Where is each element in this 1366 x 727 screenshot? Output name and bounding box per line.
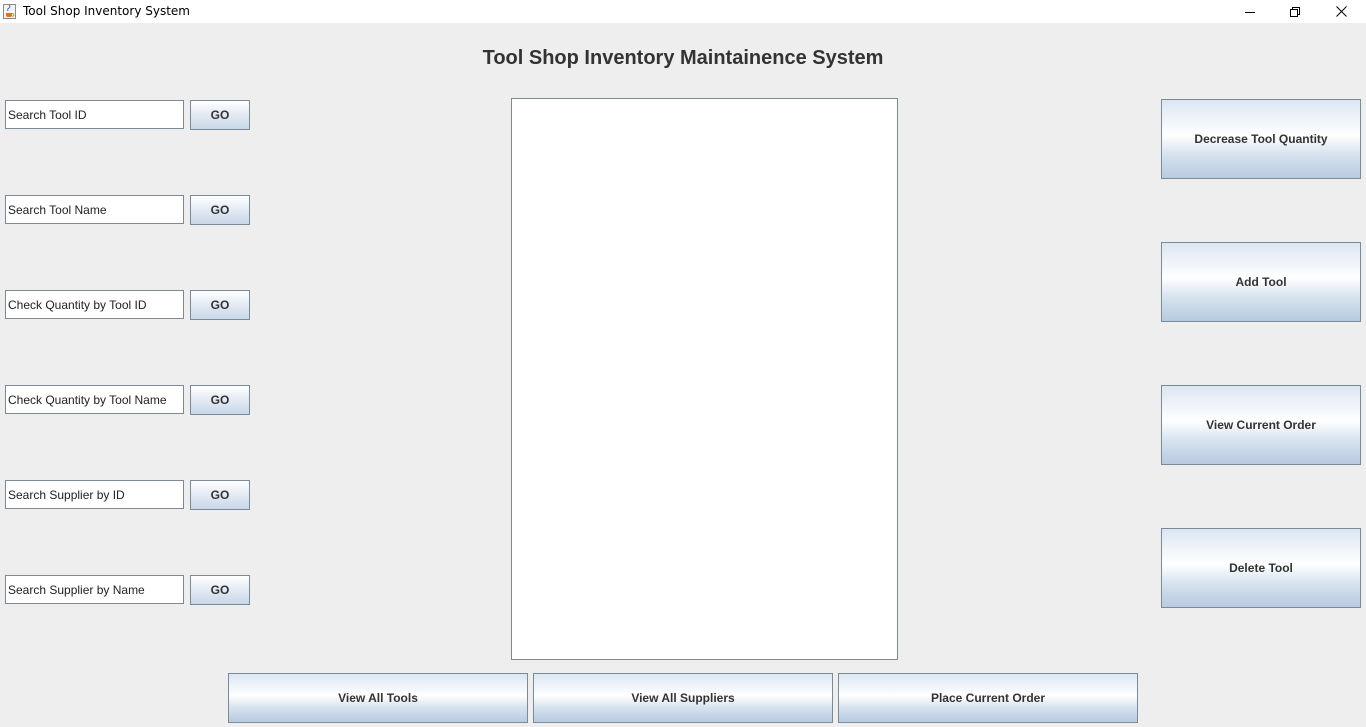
decrease-tool-quantity-button[interactable]: Decrease Tool Quantity xyxy=(1161,99,1361,179)
java-cup-icon xyxy=(3,4,16,19)
restore-icon xyxy=(1290,6,1300,17)
restore-button[interactable] xyxy=(1272,0,1318,23)
view-all-tools-button[interactable]: View All Tools xyxy=(228,673,528,723)
search-tool-id-go-button[interactable]: GO xyxy=(190,100,250,130)
window-titlebar: Tool Shop Inventory System xyxy=(0,0,1366,23)
close-button[interactable] xyxy=(1318,0,1364,23)
window-title: Tool Shop Inventory System xyxy=(23,4,190,18)
view-current-order-button[interactable]: View Current Order xyxy=(1161,385,1361,465)
search-tool-name-go-button[interactable]: GO xyxy=(190,195,250,225)
search-supplier-id-go-button[interactable]: GO xyxy=(190,480,250,510)
results-display-area[interactable] xyxy=(511,98,898,660)
search-supplier-id-input[interactable] xyxy=(5,480,184,509)
check-quantity-tool-id-input[interactable] xyxy=(5,290,184,319)
search-supplier-name-go-button[interactable]: GO xyxy=(190,575,250,605)
place-current-order-button[interactable]: Place Current Order xyxy=(838,673,1138,723)
view-all-suppliers-button[interactable]: View All Suppliers xyxy=(533,673,833,723)
minimize-button[interactable] xyxy=(1227,0,1273,23)
add-tool-button[interactable]: Add Tool xyxy=(1161,242,1361,322)
delete-tool-button[interactable]: Delete Tool xyxy=(1161,528,1361,608)
check-quantity-tool-name-input[interactable] xyxy=(5,385,184,414)
search-supplier-name-input[interactable] xyxy=(5,575,184,604)
minimize-icon xyxy=(1245,11,1255,13)
search-tool-name-input[interactable] xyxy=(5,195,184,224)
page-title: Tool Shop Inventory Maintainence System xyxy=(482,47,884,69)
check-quantity-tool-id-go-button[interactable]: GO xyxy=(190,290,250,320)
check-quantity-tool-name-go-button[interactable]: GO xyxy=(190,385,250,415)
search-tool-id-input[interactable] xyxy=(5,100,184,129)
close-icon xyxy=(1335,6,1347,17)
